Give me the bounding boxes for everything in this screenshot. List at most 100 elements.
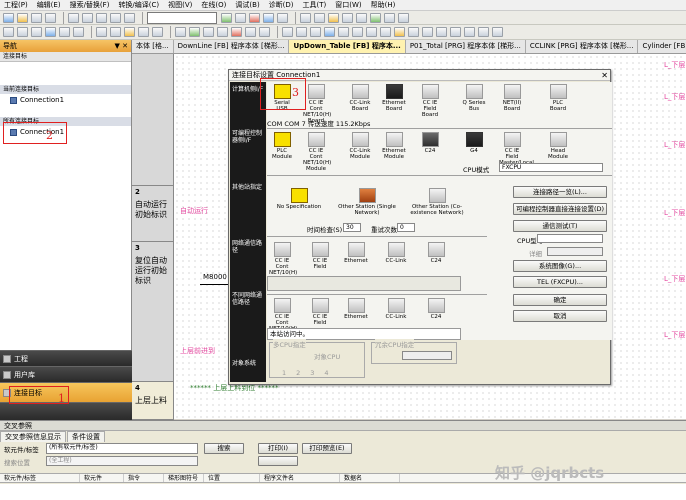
ladder-icon-27[interactable] — [394, 27, 405, 37]
ladder-icon-25[interactable] — [366, 27, 377, 37]
contact-m8000[interactable]: M8000 — [203, 273, 227, 281]
menu-item-9[interactable]: 窗口(W) — [335, 0, 361, 10]
ladder-icon-32[interactable] — [464, 27, 475, 37]
cpu-mode-field[interactable]: FXCPU — [499, 163, 603, 172]
xref-jump-button[interactable] — [258, 456, 298, 466]
replace-icon[interactable] — [235, 12, 246, 23]
plc-if-3[interactable]: Ethernet Module — [381, 132, 407, 160]
device-combo[interactable] — [147, 11, 217, 24]
xref-column-3[interactable]: 梯形图符号 — [164, 474, 204, 482]
ladder-icon-28[interactable] — [408, 27, 419, 37]
ladder-icon-31[interactable] — [450, 27, 461, 37]
plc-if-0[interactable]: PLC Module — [269, 132, 295, 160]
xref-search-combo[interactable]: (所有软元件/标签) — [46, 443, 198, 454]
ladder-icon-15[interactable] — [217, 27, 228, 37]
ladder-icon-23[interactable] — [338, 27, 349, 37]
pc-if-5[interactable]: Q Series Bus — [461, 84, 487, 112]
tool-icon-b[interactable] — [314, 12, 325, 23]
menu-item-1[interactable]: 编辑(E) — [37, 0, 61, 10]
doc-tab-0[interactable]: 本体 [格... — [132, 40, 174, 53]
menu-item-6[interactable]: 调试(B) — [235, 0, 259, 10]
paste-icon[interactable] — [96, 12, 107, 23]
doc-tab-1[interactable]: DownLine [FB] 程序本体 [梯形... — [173, 40, 290, 53]
xref-scope-combo[interactable]: (全工程) — [46, 456, 198, 466]
ladder-icon-24[interactable] — [352, 27, 363, 37]
ladder-icon-10[interactable] — [138, 27, 149, 37]
route1-1[interactable]: CC IE Field — [307, 242, 333, 270]
ladder-icon-13[interactable] — [189, 27, 200, 37]
pc-if-6[interactable]: NET(II) Board — [499, 84, 525, 112]
ladder-fb-icon[interactable] — [45, 27, 56, 37]
ladder-icon-17[interactable] — [245, 27, 256, 37]
tool-icon-g[interactable] — [384, 12, 395, 23]
pc-if-4[interactable]: CC IE Field Board — [417, 84, 443, 118]
nav-pin-close-icon[interactable]: ▼ ✕ — [115, 40, 128, 52]
route2-3[interactable]: CC-Link — [383, 298, 409, 320]
xref-column-5[interactable]: 程序文件名 — [260, 474, 340, 482]
current-connection-section[interactable]: 当前连接目标 — [0, 85, 131, 94]
menu-item-0[interactable]: 工程(P) — [4, 0, 28, 10]
retry-field[interactable]: 0 — [397, 223, 415, 232]
ladder-coil-icon[interactable] — [17, 27, 28, 37]
copy-icon[interactable] — [82, 12, 93, 23]
xref-print-preview-button[interactable]: 打印预览(E) — [302, 443, 352, 454]
route1-0[interactable]: CC IE Cont NET/10(H) — [269, 242, 297, 276]
tool-icon-f[interactable] — [370, 12, 381, 23]
menu-item-5[interactable]: 在线(O) — [201, 0, 226, 10]
rung-2[interactable]: 2 自动运行初始标识 — [132, 186, 174, 242]
ladder-icon-19[interactable] — [282, 27, 293, 37]
xref-column-6[interactable]: 数据名 — [340, 474, 400, 482]
doc-tab-4[interactable]: CCLINK [PRG] 程序本体 [梯形... — [525, 40, 639, 53]
ladder-contact-icon[interactable] — [3, 27, 14, 37]
ladder-icon-29[interactable] — [422, 27, 433, 37]
plc-if-1[interactable]: CC IE Cont NET/10(H) Module — [303, 132, 331, 172]
menu-item-4[interactable]: 视图(V) — [168, 0, 192, 10]
route2-2[interactable]: Ethernet — [343, 298, 369, 320]
ladder-icon-12[interactable] — [175, 27, 186, 37]
monitor-icon[interactable] — [277, 12, 288, 23]
ladder-icon-11[interactable] — [152, 27, 163, 37]
ladder-icon-7[interactable] — [96, 27, 107, 37]
ladder-icon-26[interactable] — [380, 27, 391, 37]
find-icon[interactable] — [221, 12, 232, 23]
ladder-icon-30[interactable] — [436, 27, 447, 37]
doc-tab-5[interactable]: Cylinder [FB] 程序本 — [638, 40, 686, 53]
new-project-icon[interactable] — [3, 12, 14, 23]
ladder-icon-16[interactable] — [231, 27, 242, 37]
menu-item-3[interactable]: 转换/编译(C) — [118, 0, 159, 10]
xref-column-2[interactable]: 指令 — [124, 474, 164, 482]
xref-tab-display[interactable]: 交叉参照信息显示 — [0, 431, 66, 442]
ladder-icon-5[interactable] — [59, 27, 70, 37]
other-station-0[interactable]: No Specification — [269, 188, 329, 210]
ladder-icon-22[interactable] — [324, 27, 335, 37]
dialog-button-3[interactable]: 系统图像(G)... — [513, 260, 607, 272]
dialog-close-icon[interactable]: ✕ — [601, 70, 608, 81]
rung-3[interactable]: 3 复位自动运行初始标识 — [132, 242, 174, 382]
tool-icon-a[interactable] — [300, 12, 311, 23]
print-icon[interactable] — [45, 12, 56, 23]
tool-icon-c[interactable] — [328, 12, 339, 23]
xref-tab-conditions[interactable]: 条件设置 — [67, 431, 105, 442]
ladder-icon-34[interactable] — [492, 27, 503, 37]
doc-tab-3[interactable]: P01_Total [PRG] 程序本体 [梯形... — [405, 40, 526, 53]
write-plc-icon[interactable] — [249, 12, 260, 23]
route1-4[interactable]: C24 — [423, 242, 449, 264]
plc-if-5[interactable]: G4 — [461, 132, 487, 154]
plc-if-7[interactable]: Head Module — [545, 132, 571, 160]
dialog-button-1[interactable]: 可编程控制器直接连接设置(D) — [513, 203, 607, 215]
ladder-icon-21[interactable] — [310, 27, 321, 37]
current-connection-item[interactable]: Connection1 — [0, 94, 131, 106]
com-setting[interactable]: COM COM 7 传送速度 115.2Kbps — [267, 118, 370, 128]
nav-tab-project[interactable]: 工程 — [0, 350, 132, 366]
open-project-icon[interactable] — [17, 12, 28, 23]
tool-icon-e[interactable] — [356, 12, 367, 23]
timeout-field[interactable]: 30 — [343, 223, 361, 232]
other-station-2[interactable]: Other Station (Co-existence Network) — [407, 188, 467, 216]
ladder-icon-33[interactable] — [478, 27, 489, 37]
xref-column-1[interactable]: 软元件 — [80, 474, 124, 482]
plc-if-2[interactable]: CC-Link Module — [347, 132, 373, 160]
dialog-button-4[interactable]: TEL (FXCPU)... — [513, 276, 607, 288]
dialog-button-5[interactable]: 确定 — [513, 294, 607, 306]
read-plc-icon[interactable] — [263, 12, 274, 23]
pc-if-3[interactable]: Ethernet Board — [381, 84, 407, 112]
